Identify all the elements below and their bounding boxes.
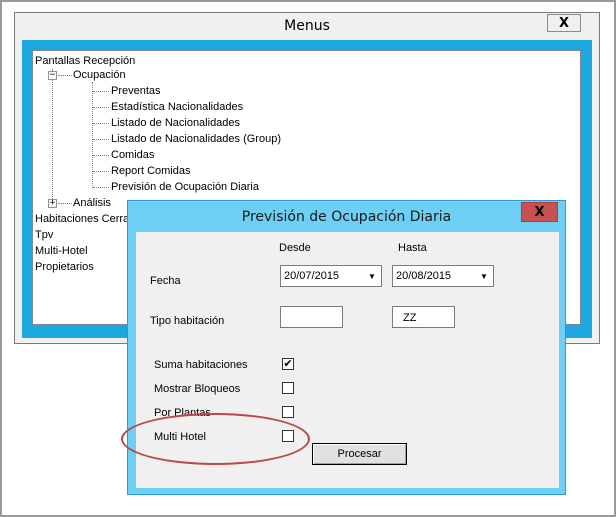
fecha-label: Fecha (150, 275, 181, 287)
tipo-habitacion-label: Tipo habitación (150, 315, 225, 327)
dialog-title: Previsión de Ocupación Diaria (241, 209, 452, 225)
collapse-icon[interactable]: − (48, 71, 57, 80)
tree-connector (93, 139, 109, 140)
tree-connector (58, 203, 72, 204)
prevision-dialog: Previsión de Ocupación Diaria X Desde Ha… (127, 200, 566, 495)
mostrar-bloqueos-label: Mostrar Bloqueos (154, 383, 241, 395)
menus-title: Menus (284, 18, 330, 34)
tree-connector (52, 69, 53, 201)
tree-item-prevision-ocupacion-diaria[interactable]: Previsión de Ocupación Diaria (111, 181, 259, 194)
expand-icon[interactable]: + (48, 199, 57, 208)
tree-item-listado-nacionalidades[interactable]: Listado de Nacionalidades (111, 117, 240, 130)
tipo-habitacion-hasta-input[interactable]: ZZ (392, 306, 455, 328)
tree-connector (93, 187, 109, 188)
fecha-desde-value: 20/07/2015 (284, 270, 340, 282)
tree-root-multi-hotel[interactable]: Multi-Hotel (35, 245, 88, 258)
multi-hotel-checkbox[interactable] (282, 430, 294, 442)
dropdown-arrow-icon[interactable]: ▼ (476, 267, 492, 285)
tree-item-listado-nacionalidades-group[interactable]: Listado de Nacionalidades (Group) (111, 133, 281, 146)
tree-item-comidas[interactable]: Comidas (111, 149, 154, 162)
suma-habitaciones-label: Suma habitaciones (154, 359, 248, 371)
tree-item-preventas[interactable]: Preventas (111, 85, 161, 98)
tipo-hasta-value: ZZ (403, 312, 417, 324)
tree-node-ocupacion[interactable]: Ocupación (73, 69, 126, 82)
menus-titlebar[interactable]: Menus X (15, 13, 599, 40)
tree-root-tpv[interactable]: Tpv (35, 229, 53, 242)
tree-connector (93, 123, 109, 124)
tree-connector (93, 107, 109, 108)
mostrar-bloqueos-checkbox[interactable] (282, 382, 294, 394)
por-plantas-label: Por Plantas (154, 407, 211, 419)
tree-root-habitaciones-cerradas[interactable]: Habitaciones Cerrad (35, 213, 135, 226)
tree-node-analisis[interactable]: Análisis (73, 197, 111, 210)
close-icon: X (534, 204, 545, 220)
fecha-hasta-value: 20/08/2015 (396, 270, 452, 282)
fecha-desde-select[interactable]: 20/07/2015 ▼ (280, 265, 382, 287)
tipo-habitacion-desde-input[interactable] (280, 306, 343, 328)
menus-close-button[interactable]: X (547, 14, 581, 32)
tree-item-report-comidas[interactable]: Report Comidas (111, 165, 190, 178)
por-plantas-checkbox[interactable] (282, 406, 294, 418)
tree-connector (58, 75, 72, 76)
procesar-button[interactable]: Procesar (312, 443, 407, 465)
close-icon: X (558, 15, 570, 31)
tree-connector (93, 91, 109, 92)
tree-item-estadistica-nacionalidades[interactable]: Estadística Nacionalidades (111, 101, 243, 114)
hasta-label: Hasta (398, 242, 427, 254)
check-icon: ✔ (283, 357, 293, 370)
desde-label: Desde (279, 242, 311, 254)
dialog-body: Desde Hasta Fecha 20/07/2015 ▼ 20/08/201… (136, 232, 559, 488)
suma-habitaciones-checkbox[interactable]: ✔ (282, 358, 294, 370)
tree-root-pantallas-recepcion[interactable]: Pantallas Recepción (35, 55, 135, 68)
tree-root-propietarios[interactable]: Propietarios (35, 261, 94, 274)
dropdown-arrow-icon[interactable]: ▼ (364, 267, 380, 285)
tree-connector (93, 155, 109, 156)
tree-connector (93, 171, 109, 172)
tree-connector (92, 82, 93, 188)
dialog-close-button[interactable]: X (521, 202, 558, 222)
fecha-hasta-select[interactable]: 20/08/2015 ▼ (392, 265, 494, 287)
multi-hotel-label: Multi Hotel (154, 431, 206, 443)
